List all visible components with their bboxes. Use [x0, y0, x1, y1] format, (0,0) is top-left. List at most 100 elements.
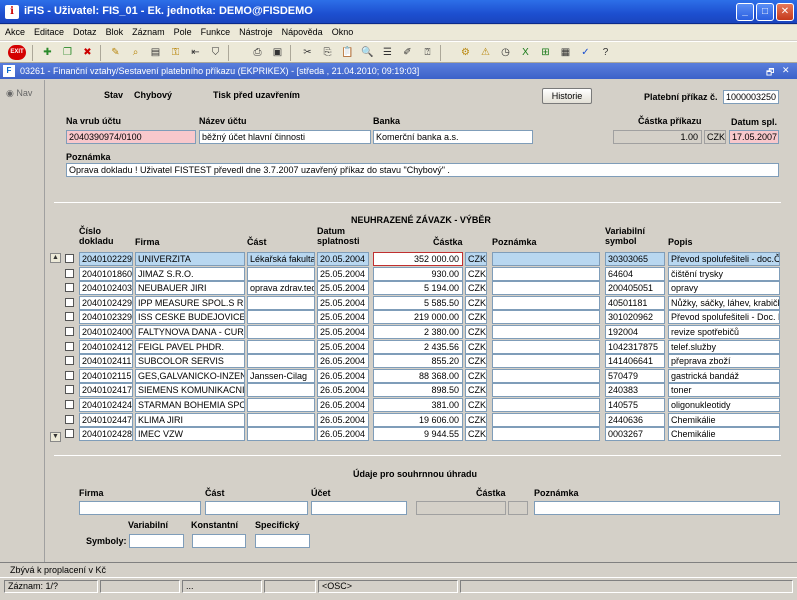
row-select-checkbox[interactable]	[65, 297, 74, 307]
cell-doklad[interactable]: 2040102329	[79, 310, 133, 325]
table-row[interactable]: 2040102412 FEIGL PAVEL PHDR. 25.05.2004 2 4…	[46, 339, 797, 355]
cell-mena[interactable]: CZK	[465, 368, 487, 383]
menu-pole[interactable]: Pole	[169, 25, 196, 37]
table-row[interactable]: 2040102115 GES,GALVANICKO-INZEN Janssen-Ci…	[46, 368, 797, 384]
cell-firma[interactable]: FALTYNOVA DANA - CUR	[135, 325, 245, 339]
calendar-icon[interactable]: ▦	[558, 45, 573, 60]
row-select-checkbox[interactable]	[65, 370, 74, 380]
export-icon[interactable]: ⊞	[538, 45, 553, 60]
cell-doklad[interactable]: 2040102424	[79, 398, 133, 412]
cell-poznamka[interactable]	[492, 368, 600, 383]
mena-field[interactable]: CZK	[704, 130, 726, 144]
cell-cast[interactable]	[247, 354, 315, 369]
tools-icon[interactable]: ⚙	[458, 45, 473, 60]
table-row[interactable]: 2040102411 SUBCOLOR SERVIS 26.05.2004 855.2…	[46, 354, 797, 369]
insert-record-icon[interactable]: ✚	[40, 45, 55, 60]
summary-castka-field[interactable]	[416, 501, 506, 515]
cell-vs[interactable]: 140575	[605, 398, 665, 412]
excel-icon[interactable]: X	[518, 45, 533, 60]
menu-dotaz[interactable]: Dotaz	[68, 25, 101, 37]
query-count-icon[interactable]: ▤	[148, 45, 163, 60]
cell-vs[interactable]: 570479	[605, 368, 665, 383]
cell-poznamka[interactable]	[492, 383, 600, 398]
restore-icon[interactable]: 🗗	[766, 65, 774, 81]
cell-castka[interactable]: 352 000.00	[373, 252, 463, 266]
cell-doklad[interactable]: 2040102229	[79, 252, 133, 266]
cell-castka[interactable]: 930.00	[373, 266, 463, 281]
cell-poznamka[interactable]	[492, 354, 600, 369]
cut-icon[interactable]: ✂	[300, 45, 315, 60]
menu-zaznam[interactable]: Záznam	[127, 25, 169, 37]
query-enter-icon[interactable]: ✎	[108, 45, 123, 60]
cell-mena[interactable]: CZK	[465, 383, 487, 398]
cell-vs[interactable]: 64604	[605, 266, 665, 281]
cell-vs[interactable]: 240383	[605, 383, 665, 398]
filter-icon[interactable]: ⛉	[208, 45, 223, 60]
cell-cast[interactable]	[247, 427, 315, 442]
cell-vs[interactable]: 200405051	[605, 281, 665, 296]
cell-cast[interactable]	[247, 412, 315, 427]
cell-datum[interactable]: 20.05.2004	[317, 252, 369, 266]
cell-vs[interactable]: 301020962	[605, 310, 665, 325]
row-select-checkbox[interactable]	[65, 429, 74, 439]
cell-cast[interactable]	[247, 339, 315, 354]
cell-popis[interactable]: Převod spolufešiteli - doc.Čer	[668, 252, 780, 266]
menu-okno[interactable]: Okno	[327, 25, 358, 37]
previous-block-icon[interactable]: ⇤	[188, 45, 203, 60]
cell-castka[interactable]: 9 944.55	[373, 427, 463, 442]
na-vrub-uctu-field[interactable]: 2040390974/0100	[66, 130, 196, 144]
cell-vs[interactable]: 30303065	[605, 252, 665, 266]
help-field-icon[interactable]: ⍰	[420, 45, 435, 60]
cell-poznamka[interactable]	[492, 427, 600, 442]
cell-datum[interactable]: 25.05.2004	[317, 310, 369, 325]
cell-poznamka[interactable]	[492, 339, 600, 354]
table-row[interactable]: 2040102400 FALTYNOVA DANA - CUR 25.05.2004…	[46, 325, 797, 340]
table-row[interactable]: 2040102428 IMEC VZW 26.05.2004 9 944.55 CZK 0…	[46, 427, 797, 442]
cell-firma[interactable]: UNIVERZITA	[135, 252, 245, 266]
cell-firma[interactable]: ISS CESKE BUDEJOVICE	[135, 310, 245, 325]
cell-poznamka[interactable]	[492, 325, 600, 339]
menu-editace[interactable]: Editace	[29, 25, 68, 37]
maximize-button[interactable]: □	[756, 3, 774, 21]
cell-poznamka[interactable]	[492, 412, 600, 427]
nav-label[interactable]: ◉ Nav	[6, 88, 32, 99]
cell-vs[interactable]: 2440636	[605, 412, 665, 427]
cell-popis[interactable]: revize spotřebičů	[668, 325, 780, 339]
cell-firma[interactable]: KLIMA JIRI	[135, 412, 245, 427]
menu-funkce[interactable]: Funkce	[196, 25, 235, 37]
duplicate-record-icon[interactable]: ❐	[60, 45, 75, 60]
cell-doklad[interactable]: 2040102412	[79, 339, 133, 354]
cell-popis[interactable]: oligonukleotidy	[668, 398, 780, 412]
table-row[interactable]: 2040102424 STARMAN BOHEMIA SPOL 26.05.2004…	[46, 398, 797, 413]
cell-castka[interactable]: 5 194.00	[373, 281, 463, 296]
cell-poznamka[interactable]	[492, 252, 600, 266]
cell-doklad[interactable]: 2040102417	[79, 383, 133, 398]
find-icon[interactable]: 🔍	[360, 45, 375, 60]
menu-blok[interactable]: Blok	[101, 25, 128, 37]
cell-firma[interactable]: STARMAN BOHEMIA SPOL	[135, 398, 245, 412]
cell-datum[interactable]: 26.05.2004	[317, 368, 369, 383]
cell-vs[interactable]: 192004	[605, 325, 665, 339]
cell-mena[interactable]: CZK	[465, 325, 487, 339]
cell-mena[interactable]: CZK	[465, 281, 487, 296]
cell-mena[interactable]: CZK	[465, 412, 487, 427]
castka-prikazu-field[interactable]: 1.00	[613, 130, 702, 144]
specificky-symbol-field[interactable]	[255, 534, 310, 548]
cell-popis[interactable]: Nůžky, sáčky, láhev, krabičky	[668, 295, 780, 310]
row-select-checkbox[interactable]	[65, 312, 74, 322]
cell-popis[interactable]: Chemikálie	[668, 412, 780, 427]
cell-poznamka[interactable]	[492, 398, 600, 412]
cell-cast[interactable]	[247, 325, 315, 339]
summary-cast-field[interactable]	[205, 501, 308, 515]
cell-mena[interactable]: CZK	[465, 266, 487, 281]
query-execute-icon[interactable]: ⌕	[128, 45, 143, 60]
cell-mena[interactable]: CZK	[465, 339, 487, 354]
cell-mena[interactable]: CZK	[465, 427, 487, 442]
cell-castka[interactable]: 5 585.50	[373, 295, 463, 310]
cell-cast[interactable]	[247, 383, 315, 398]
cell-cast[interactable]	[247, 398, 315, 412]
cell-doklad[interactable]: 2040102115	[79, 368, 133, 383]
warning-icon[interactable]: ⚠	[478, 45, 493, 60]
copy-icon[interactable]: ⎘	[320, 45, 335, 60]
cell-castka[interactable]: 381.00	[373, 398, 463, 412]
